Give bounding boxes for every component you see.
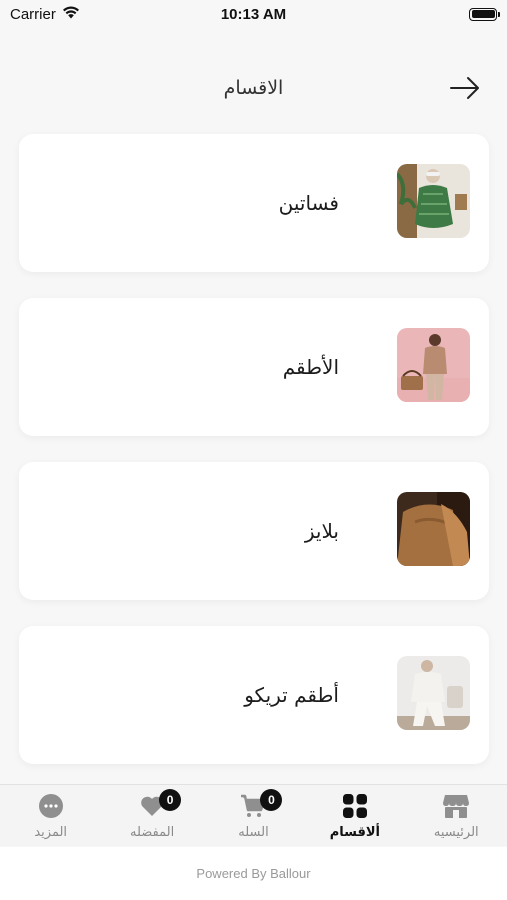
battery-icon	[469, 7, 500, 21]
footer-powered-by: Powered By Ballour	[0, 847, 507, 900]
tab-label: الرئيسيه	[433, 824, 479, 840]
arrow-right-icon	[450, 77, 479, 99]
tab-bar: المزيد 0 المفضله 0 السله ألاقسام الرئيسي…	[0, 784, 507, 846]
carrier-group: Carrier	[10, 6, 80, 23]
category-card-knit-sets[interactable]: أطقم تريكو	[19, 626, 489, 764]
category-label: فساتين	[278, 191, 339, 215]
tab-categories[interactable]: ألاقسام	[305, 785, 405, 847]
status-bar: Carrier 10:13 AM	[0, 0, 507, 28]
back-button[interactable]	[447, 73, 483, 103]
tab-cart[interactable]: 0 السله	[203, 785, 303, 847]
tab-label: السله	[238, 824, 269, 840]
tab-more[interactable]: المزيد	[1, 785, 101, 847]
tab-label: المفضله	[129, 824, 175, 840]
cart-count-badge: 0	[260, 788, 283, 811]
category-card-dresses[interactable]: فساتين	[19, 134, 489, 272]
category-label: بلايز	[304, 519, 339, 543]
dress-photo	[397, 164, 470, 238]
page-title: الاقسام	[223, 77, 284, 99]
outfit-photo	[397, 328, 470, 402]
more-icon	[38, 793, 63, 818]
tab-favorites[interactable]: 0 المفضله	[102, 785, 202, 847]
header: الاقسام	[0, 62, 507, 114]
category-card-sets[interactable]: الأطقم	[19, 298, 489, 436]
category-card-blouses[interactable]: بلايز	[19, 462, 489, 600]
category-list: فساتين الأطقم بلايز أطقم تريكو	[19, 134, 489, 790]
carrier-label: Carrier	[10, 5, 56, 23]
store-icon	[443, 794, 470, 818]
wifi-icon	[62, 6, 80, 23]
grid-icon	[342, 793, 367, 818]
tab-home[interactable]: الرئيسيه	[406, 785, 506, 847]
category-label: أطقم تريكو	[244, 683, 339, 707]
knit-set-photo	[397, 656, 470, 730]
favorites-count-badge: 0	[159, 788, 182, 811]
tab-label: المزيد	[34, 824, 68, 840]
category-label: الأطقم	[282, 355, 339, 379]
tab-label: ألاقسام	[329, 824, 380, 840]
blouse-photo	[397, 492, 470, 566]
